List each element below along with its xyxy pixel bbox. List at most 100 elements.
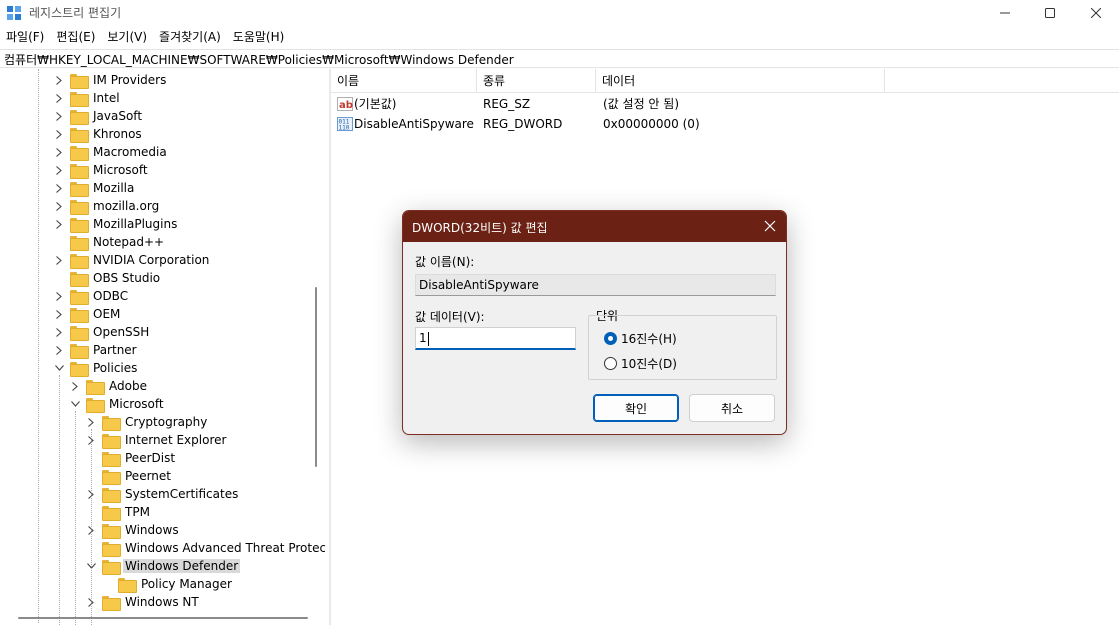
- minimize-button[interactable]: [982, 0, 1028, 26]
- tree-item[interactable]: Policies: [54, 359, 139, 377]
- menu-edit[interactable]: 편집(E): [50, 27, 101, 47]
- chevron-right-icon[interactable]: [54, 215, 64, 233]
- string-value-icon: ab: [337, 97, 353, 111]
- tree-item[interactable]: Mozilla: [54, 179, 136, 197]
- ok-button[interactable]: 확인: [593, 394, 679, 422]
- tree-item-label: Policy Manager: [141, 577, 232, 591]
- tree-item-label: Peernet: [125, 469, 171, 483]
- column-header-data[interactable]: 데이터: [596, 69, 885, 93]
- column-header-type[interactable]: 종류: [477, 69, 596, 93]
- list-row-default[interactable]: ab (기본값) REG_SZ (값 설정 안 됨): [331, 94, 1119, 114]
- tree-item[interactable]: Khronos: [54, 125, 144, 143]
- tree-item[interactable]: OBS Studio: [54, 269, 162, 287]
- tree-item-label: TPM: [125, 505, 150, 519]
- tree-item[interactable]: Adobe: [70, 377, 149, 395]
- folder-icon: [70, 73, 89, 89]
- maximize-button[interactable]: [1027, 0, 1073, 26]
- tree-guide-line: [59, 375, 60, 625]
- chevron-right-icon[interactable]: [54, 341, 64, 359]
- value-data-text: 1: [419, 331, 427, 345]
- tree-item[interactable]: Macromedia: [54, 143, 169, 161]
- chevron-right-icon[interactable]: [54, 197, 64, 215]
- tree-item-label: Windows Defender: [123, 559, 241, 573]
- chevron-right-icon[interactable]: [54, 71, 64, 89]
- binary-value-icon: 011 110: [337, 117, 353, 131]
- list-row-disableantispyware[interactable]: 011 110 DisableAntiSpyware REG_DWORD 0x0…: [331, 114, 1119, 134]
- menu-bar: 파일(F) 편집(E) 보기(V) 즐겨찾기(A) 도움말(H): [0, 27, 290, 47]
- value-name: DisableAntiSpyware: [354, 117, 474, 131]
- tree-item[interactable]: TPM: [86, 503, 152, 521]
- chevron-right-icon[interactable]: [54, 251, 64, 269]
- tree-item[interactable]: IM Providers: [54, 71, 168, 89]
- folder-icon: [102, 541, 121, 557]
- tree-horizontal-scrollbar[interactable]: [18, 617, 308, 619]
- tree-item[interactable]: ODBC: [54, 287, 130, 305]
- menu-favorites[interactable]: 즐겨찾기(A): [153, 27, 227, 47]
- tree-item[interactable]: NVIDIA Corporation: [54, 251, 211, 269]
- tree-item[interactable]: OEM: [54, 305, 122, 323]
- tree-item[interactable]: MozillaPlugins: [54, 215, 179, 233]
- svg-text:ab: ab: [339, 100, 353, 111]
- dialog-title: DWORD(32비트) 값 편집: [412, 221, 548, 235]
- value-name-field: DisableAntiSpyware: [415, 274, 776, 296]
- tree-item[interactable]: Policy Manager: [102, 575, 234, 593]
- folder-icon: [102, 487, 121, 503]
- tree-item-label: mozilla.org: [93, 199, 160, 213]
- chevron-right-icon[interactable]: [54, 107, 64, 125]
- tree-item-label: Windows Advanced Threat Protect: [125, 541, 325, 555]
- close-button[interactable]: [1073, 0, 1119, 26]
- menu-help[interactable]: 도움말(H): [227, 27, 291, 47]
- radio-dec-indicator[interactable]: [604, 357, 617, 370]
- chevron-right-icon[interactable]: [54, 179, 64, 197]
- cancel-button[interactable]: 취소: [689, 394, 775, 422]
- radio-decimal[interactable]: 10진수(D): [604, 355, 677, 372]
- tree-item-label: Mozilla: [93, 181, 135, 195]
- tree-item[interactable]: Windows Advanced Threat Protect: [86, 539, 325, 557]
- value-type: REG_DWORD: [483, 117, 563, 131]
- menu-file[interactable]: 파일(F): [0, 27, 50, 47]
- radio-hexadecimal[interactable]: 16진수(H): [604, 330, 677, 347]
- chevron-right-icon[interactable]: [54, 287, 64, 305]
- tree-item-label: OBS Studio: [93, 271, 161, 285]
- chevron-right-icon[interactable]: [54, 161, 64, 179]
- tree-item[interactable]: Microsoft: [54, 161, 150, 179]
- folder-icon: [70, 145, 89, 161]
- tree-item[interactable]: Windows: [86, 521, 181, 539]
- tree-guide-line: [91, 429, 92, 625]
- tree-item[interactable]: Internet Explorer: [86, 431, 228, 449]
- chevron-right-icon[interactable]: [54, 125, 64, 143]
- tree-vertical-scrollbar[interactable]: [315, 287, 317, 467]
- tree-item[interactable]: Cryptography: [86, 413, 209, 431]
- tree-item[interactable]: Windows Defender: [86, 557, 241, 575]
- chevron-right-icon[interactable]: [54, 323, 64, 341]
- radio-hex-indicator[interactable]: [604, 332, 617, 345]
- chevron-right-icon[interactable]: [54, 305, 64, 323]
- tree-item[interactable]: Partner: [54, 341, 139, 359]
- tree-item[interactable]: Microsoft: [70, 395, 166, 413]
- address-bar[interactable]: 컴퓨터₩HKEY_LOCAL_MACHINE₩SOFTWARE₩Policies…: [0, 49, 1119, 68]
- column-header-name[interactable]: 이름: [331, 69, 477, 93]
- chevron-right-icon[interactable]: [54, 143, 64, 161]
- tree-item[interactable]: PeerDist: [86, 449, 177, 467]
- folder-icon: [70, 343, 89, 359]
- tree-item[interactable]: Windows NT: [86, 593, 201, 611]
- tree-item[interactable]: OpenSSH: [54, 323, 151, 341]
- tree-item[interactable]: mozilla.org: [54, 197, 161, 215]
- dialog-close-icon[interactable]: [762, 218, 778, 234]
- folder-icon: [118, 577, 137, 593]
- folder-icon: [70, 181, 89, 197]
- minimize-icon: [1000, 12, 1010, 14]
- tree-item[interactable]: JavaSoft: [54, 107, 144, 125]
- tree-item[interactable]: SystemCertificates: [86, 485, 240, 503]
- value-data-input[interactable]: 1: [415, 327, 576, 350]
- tree-item-label: Microsoft: [109, 397, 164, 411]
- chevron-right-icon[interactable]: [70, 377, 80, 395]
- address-path[interactable]: 컴퓨터₩HKEY_LOCAL_MACHINE₩SOFTWARE₩Policies…: [4, 51, 514, 68]
- tree-item-label: Adobe: [109, 379, 147, 393]
- chevron-right-icon[interactable]: [54, 89, 64, 107]
- tree-item[interactable]: Peernet: [86, 467, 173, 485]
- menu-view[interactable]: 보기(V): [101, 27, 153, 47]
- tree-item[interactable]: Notepad++: [54, 233, 166, 251]
- tree-item-label: MozillaPlugins: [93, 217, 178, 231]
- tree-item[interactable]: Intel: [54, 89, 122, 107]
